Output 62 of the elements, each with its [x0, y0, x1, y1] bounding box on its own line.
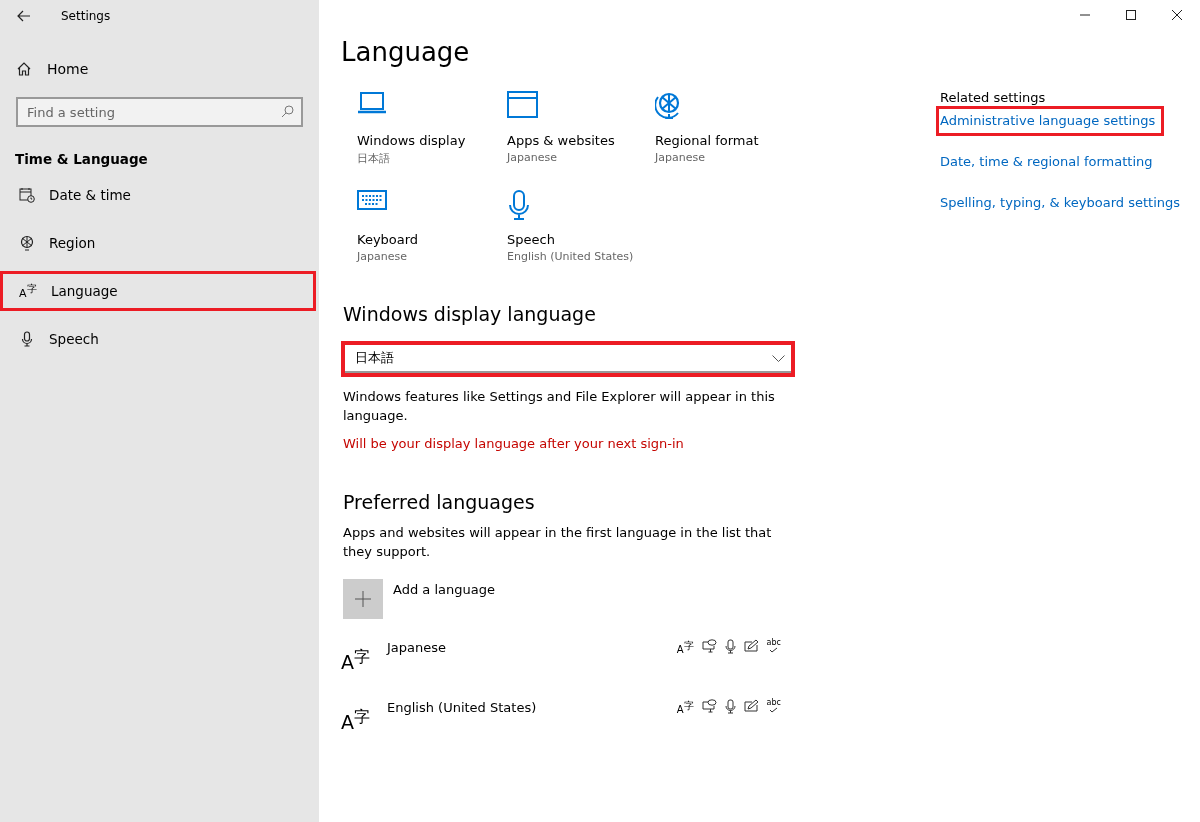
page-title: Language [341, 37, 471, 69]
tile-label: Speech [507, 232, 556, 247]
nav-item[interactable]: Region [0, 223, 316, 263]
nav-label: Speech [49, 331, 99, 347]
related-link[interactable]: Spelling, typing, & keyboard settings [936, 188, 1190, 218]
related-link[interactable]: Administrative language settings [936, 106, 1165, 136]
monitor-speech-icon [701, 699, 717, 713]
calendar-icon [19, 187, 35, 203]
tile-value: Japanese [357, 250, 408, 263]
tile-label: Windows display [357, 133, 467, 148]
close-icon[interactable] [1172, 10, 1182, 20]
tile-value: Japanese [507, 151, 558, 164]
window-icon [507, 91, 538, 118]
tile-label: Regional format [655, 133, 760, 148]
add-language-link[interactable]: Add a language [393, 582, 495, 597]
monitor-speech-icon [701, 639, 717, 653]
section-heading: Windows display language [343, 303, 597, 325]
description-text: Windows features like Settings and File Explorer will appear in this language. [343, 388, 776, 425]
keyboard-icon [357, 190, 387, 210]
tile-value: English (United States) [507, 250, 635, 263]
microphone-icon [507, 190, 531, 222]
language-icon: A$^{字}$ [341, 637, 387, 674]
laptop-icon [357, 91, 387, 115]
nav-label: Date & time [49, 187, 131, 203]
tile-value: 日本語 [357, 151, 391, 166]
related-heading: Related settings [940, 90, 1046, 105]
tile-label: Apps & websites [507, 133, 616, 148]
settings-tile[interactable]: Speech English (United States) [507, 190, 655, 263]
plus-icon [355, 591, 371, 607]
home-icon [16, 61, 32, 77]
maximize-icon[interactable] [1126, 10, 1136, 20]
settings-tile[interactable]: Windows display 日本語 [357, 91, 507, 166]
description-text: Apps and websites will appear in the first language in the list that they support. [343, 524, 773, 561]
microphone-icon [724, 639, 736, 654]
warning-text: Will be your display language after your next sign-in [343, 436, 685, 451]
search-field[interactable]: Find a setting [16, 97, 303, 127]
nav-label: Region [49, 235, 96, 251]
language-dropdown[interactable]: 日本語 [341, 341, 795, 377]
pen-icon [743, 699, 759, 712]
settings-tile[interactable]: Keyboard Japanese [357, 190, 507, 263]
language-name: Japanese [387, 640, 448, 655]
tile-value: Japanese [655, 151, 706, 164]
window-title: Settings [61, 9, 111, 23]
pen-icon [743, 639, 759, 652]
nav-item[interactable]: Speech [0, 319, 316, 359]
chevron-down-icon [772, 354, 785, 362]
search-icon [281, 105, 294, 118]
back-arrow-icon[interactable] [17, 10, 31, 22]
related-link[interactable]: Date, time & regional formatting [936, 147, 1162, 177]
nav-item[interactable]: Date & time [0, 175, 316, 215]
language-icon: A$^{字}$ [341, 697, 387, 734]
tile-label: Keyboard [357, 232, 420, 247]
microphone-icon [724, 699, 736, 714]
globe-icon [19, 235, 35, 251]
settings-tile[interactable]: Apps & websites Japanese [507, 91, 655, 166]
home-link[interactable]: Home [16, 55, 319, 83]
language-name: English (United States) [387, 700, 538, 715]
nav-label: Language [51, 283, 118, 299]
settings-tile[interactable]: Regional format Japanese [655, 91, 805, 166]
section-title: Time & Language [15, 151, 149, 167]
section-heading: Preferred languages [343, 491, 536, 513]
microphone-icon [19, 331, 35, 347]
